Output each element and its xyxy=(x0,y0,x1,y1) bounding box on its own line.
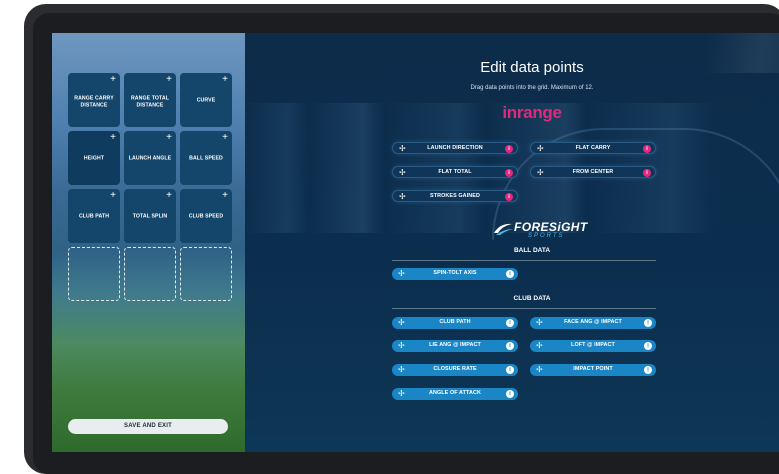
info-icon[interactable]: i xyxy=(506,319,514,327)
datapoint-impact-point[interactable]: ✢ IMPACT POINT i xyxy=(530,364,656,376)
move-icon[interactable]: ✢ xyxy=(399,167,406,178)
info-icon[interactable]: i xyxy=(505,193,513,201)
grid-tile-club-path[interactable]: + CLUB PATH xyxy=(68,189,120,243)
grid-tile-curve[interactable]: + CURVE xyxy=(180,73,232,127)
datapoint-club-path[interactable]: ✢ CLUB PATH i xyxy=(392,317,518,329)
datapoint-flat-carry[interactable]: ✢ FLAT CARRY i xyxy=(530,142,656,154)
info-icon[interactable]: i xyxy=(505,145,513,153)
datapoint-strokes-gained[interactable]: ✢ STROKES GAINED i xyxy=(392,190,518,202)
move-icon[interactable]: ✢ xyxy=(398,317,405,328)
move-icon[interactable]: + xyxy=(110,133,116,143)
move-icon[interactable]: ✢ xyxy=(536,317,543,328)
page-subtitle: Drag data points into the grid. Maximum … xyxy=(470,85,594,91)
move-icon[interactable]: + xyxy=(110,75,116,85)
move-icon[interactable]: + xyxy=(222,191,228,201)
datapoint-closure-rate[interactable]: ✢ CLOSURE RATE i xyxy=(392,364,518,376)
move-icon[interactable]: ✢ xyxy=(536,340,543,351)
move-icon[interactable]: + xyxy=(110,191,116,201)
datapoint-label: IMPACT POINT xyxy=(573,366,613,372)
datapoint-label: CLUB PATH xyxy=(439,319,471,325)
foresight-logo-sub: SPORTS xyxy=(528,233,565,239)
grid-empty-slot[interactable] xyxy=(180,247,232,301)
tile-label: CLUB SPEED xyxy=(188,213,224,220)
move-icon[interactable]: + xyxy=(222,75,228,85)
grid-tile-total-spin[interactable]: + TOTAL SPLIN xyxy=(124,189,176,243)
datapoint-launch-direction[interactable]: ✢ LAUNCH DIRECTION i xyxy=(392,142,518,154)
datapoint-label: FLAT TOTAL xyxy=(438,169,472,175)
section-divider xyxy=(392,308,656,309)
datapoint-label: FLAT CARRY xyxy=(575,145,611,151)
grid-tile-height[interactable]: + HEIGHT xyxy=(68,131,120,185)
datapoint-loft-impact[interactable]: ✢ LOFT @ IMPACT i xyxy=(530,340,656,352)
save-and-exit-button[interactable]: SAVE AND EXIT xyxy=(68,419,228,434)
tile-label: CLUB PATH xyxy=(78,213,110,220)
info-icon[interactable]: i xyxy=(506,366,514,374)
datapoint-label: ANGLE OF ATTACK xyxy=(428,390,481,396)
tile-label: LAUNCH ANGLE xyxy=(128,155,172,162)
section-divider xyxy=(392,260,656,261)
datapoint-flat-total[interactable]: ✢ FLAT TOTAL i xyxy=(392,166,518,178)
tile-label: TOTAL SPLIN xyxy=(132,213,168,220)
tile-label: BALL SPEED xyxy=(189,155,223,162)
move-icon[interactable]: + xyxy=(166,133,172,143)
info-icon[interactable]: i xyxy=(506,270,514,278)
datapoint-angle-of-attack[interactable]: ✢ ANGLE OF ATTACK i xyxy=(392,388,518,400)
info-icon[interactable]: i xyxy=(644,319,652,327)
datapoint-label: SPIN-TOLT AXIS xyxy=(433,270,477,276)
move-icon[interactable]: ✢ xyxy=(398,364,405,375)
datapoint-label: CLOSURE RATE xyxy=(433,366,477,372)
datapoint-label: LAUNCH DIRECTION xyxy=(427,145,483,151)
datapoint-label: LOFT @ IMPACT xyxy=(571,342,615,348)
grid-empty-slot[interactable] xyxy=(68,247,120,301)
info-icon[interactable]: i xyxy=(644,342,652,350)
info-icon[interactable]: i xyxy=(506,342,514,350)
move-icon[interactable]: ✢ xyxy=(399,143,406,154)
datapoint-face-ang-impact[interactable]: ✢ FACE ANG @ IMPACT i xyxy=(530,317,656,329)
move-icon[interactable]: ✢ xyxy=(537,167,544,178)
info-icon[interactable]: i xyxy=(644,366,652,374)
tile-label: CURVE xyxy=(196,97,216,104)
foresight-logo-text: FORESiGHT xyxy=(514,220,588,234)
move-icon[interactable]: + xyxy=(222,133,228,143)
datapoint-label: FROM CENTER xyxy=(572,169,614,175)
tile-label: RANGE TOTAL DISTANCE xyxy=(130,95,170,108)
move-icon[interactable]: + xyxy=(166,191,172,201)
grid-tile-range-total[interactable]: + RANGE TOTAL DISTANCE xyxy=(124,73,176,127)
datapoint-label: STROKES GAINED xyxy=(430,193,480,199)
datapoint-label: LIE ANG @ IMPACT xyxy=(429,342,481,348)
club-data-heading: CLUB DATA xyxy=(513,295,551,302)
grid-tile-launch-angle[interactable]: + LAUNCH ANGLE xyxy=(124,131,176,185)
move-icon[interactable]: ✢ xyxy=(398,268,405,279)
app-screen: + RANGE CARRY DISTANCE + RANGE TOTAL DIS… xyxy=(52,33,779,452)
move-icon[interactable]: + xyxy=(166,75,172,85)
inrange-logo: inrange xyxy=(502,103,562,122)
datapoint-lie-ang-impact[interactable]: ✢ LIE ANG @ IMPACT i xyxy=(392,340,518,352)
move-icon[interactable]: ✢ xyxy=(398,340,405,351)
datapoint-from-center[interactable]: ✢ FROM CENTER i xyxy=(530,166,656,178)
foresight-swoosh-icon xyxy=(494,223,513,235)
tile-label: HEIGHT xyxy=(83,155,105,162)
page-title: Edit data points xyxy=(480,59,584,76)
grid-tile-range-carry[interactable]: + RANGE CARRY DISTANCE xyxy=(68,73,120,127)
foresight-logo: FORESiGHT SPORTS xyxy=(492,219,592,243)
info-icon[interactable]: i xyxy=(506,390,514,398)
move-icon[interactable]: ✢ xyxy=(536,364,543,375)
tile-label: RANGE CARRY DISTANCE xyxy=(74,95,114,108)
move-icon[interactable]: ✢ xyxy=(398,388,405,399)
ball-data-heading: BALL DATA xyxy=(513,247,551,254)
info-icon[interactable]: i xyxy=(643,169,651,177)
move-icon[interactable]: ✢ xyxy=(399,191,406,202)
move-icon[interactable]: ✢ xyxy=(537,143,544,154)
grid-tile-ball-speed[interactable]: + BALL SPEED xyxy=(180,131,232,185)
grid-tile-club-speed[interactable]: + CLUB SPEED xyxy=(180,189,232,243)
info-icon[interactable]: i xyxy=(643,145,651,153)
datapoint-spin-tilt-axis[interactable]: ✢ SPIN-TOLT AXIS i xyxy=(392,268,518,280)
datapoint-label: FACE ANG @ IMPACT xyxy=(564,319,622,325)
grid-empty-slot[interactable] xyxy=(124,247,176,301)
info-icon[interactable]: i xyxy=(505,169,513,177)
screen-glare xyxy=(652,33,779,73)
